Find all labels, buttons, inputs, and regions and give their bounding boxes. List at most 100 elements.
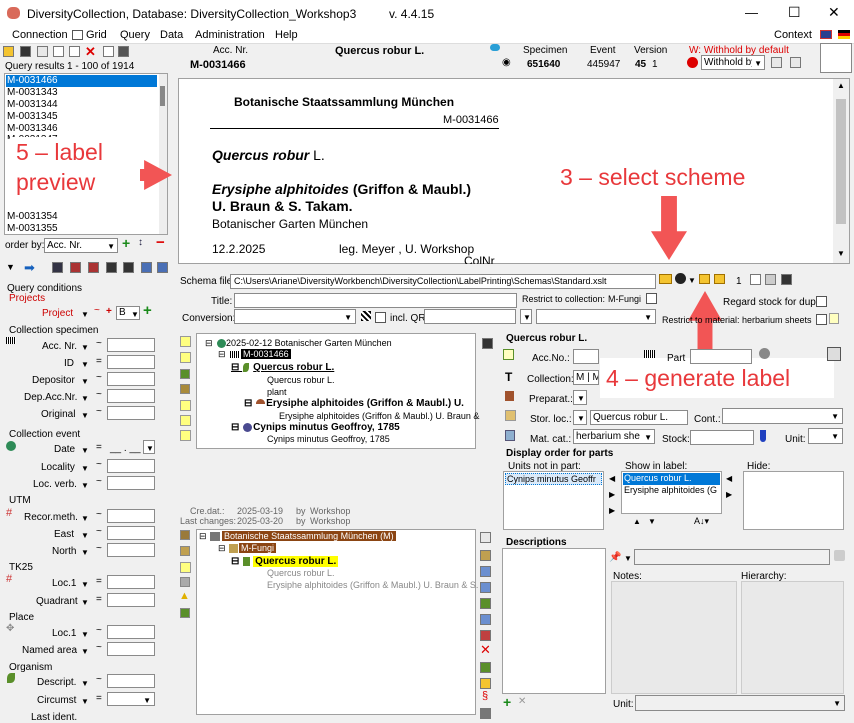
delete-icon[interactable]: ✕ (480, 642, 491, 658)
menu-context[interactable]: Context (774, 29, 812, 41)
filter-add-icon[interactable] (70, 262, 81, 273)
scroll-up-icon[interactable]: ▲ (837, 81, 845, 90)
go-arrow-icon[interactable]: ➡ (24, 260, 35, 276)
warning-icon[interactable]: ▲ (179, 590, 190, 602)
checklist-icon[interactable] (103, 46, 114, 57)
loc1-tk-input[interactable] (107, 575, 155, 589)
original-input[interactable] (107, 406, 155, 420)
hide-left-icon[interactable]: ◀ (726, 474, 732, 483)
collection-move-icon[interactable] (480, 598, 491, 609)
id-icon[interactable] (480, 678, 491, 689)
save-label-icon[interactable] (781, 274, 792, 285)
menu-connection[interactable]: Connection (12, 29, 68, 41)
open-icon[interactable] (3, 46, 14, 57)
sort-icon[interactable]: ↕ (138, 237, 143, 248)
folder-open-icon[interactable] (699, 274, 710, 284)
tilde-operator[interactable]: ~ (94, 305, 100, 316)
date-picker[interactable]: ▼ (143, 440, 155, 454)
collection-icon[interactable] (180, 530, 190, 540)
chevron-down-icon[interactable]: ▼ (81, 446, 89, 455)
tilde-operator[interactable]: ~ (96, 338, 102, 349)
leaf-small-icon[interactable] (180, 608, 190, 618)
east-input[interactable] (107, 526, 155, 540)
chevron-down-icon[interactable]: ▼ (81, 360, 89, 369)
delete-icon[interactable]: ✕ (85, 44, 96, 60)
remove-icon[interactable]: − (156, 234, 165, 251)
tree-unit2-id[interactable]: Erysiphe alphitoides (Griffon & Maubl.) … (279, 411, 479, 421)
menu-help[interactable]: Help (275, 29, 298, 41)
chevron-down-icon[interactable]: ▼ (81, 630, 89, 639)
list-item-selected[interactable]: M-0031466 (6, 75, 157, 87)
list-item[interactable]: Erysiphe alphitoides (G (624, 485, 720, 495)
results-scrollbar[interactable] (159, 74, 167, 234)
filter-icon[interactable] (52, 262, 63, 273)
list-item-selected[interactable]: Quercus robur L. (623, 473, 720, 485)
tilde-operator[interactable]: ~ (96, 372, 102, 383)
chevron-down-icon[interactable]: ▼ (81, 481, 89, 490)
move-right-all-icon[interactable]: ▶ (609, 506, 615, 515)
loc-verb-input[interactable] (107, 476, 155, 490)
scroll-down-icon[interactable]: ▼ (837, 249, 845, 258)
hierarchy-area[interactable] (741, 581, 844, 694)
maximize-button[interactable]: ☐ (788, 4, 801, 21)
collection-type-icon[interactable] (480, 630, 491, 641)
menu-query[interactable]: Query (120, 29, 150, 41)
chevron-down-icon[interactable]: ▼ (81, 310, 89, 319)
edit-icon[interactable] (834, 550, 845, 561)
add-part-icon[interactable] (480, 662, 491, 673)
chevron-down-icon[interactable]: ▼ (688, 276, 696, 285)
equals-operator[interactable]: = (96, 693, 102, 704)
depositor-input[interactable] (107, 372, 155, 386)
regard-stock-checkbox[interactable] (816, 296, 827, 307)
tilde-operator[interactable]: ~ (96, 543, 102, 554)
filter-options-icon[interactable] (106, 262, 117, 273)
tilde-operator[interactable]: ~ (96, 642, 102, 653)
chevron-down-icon[interactable]: ▼ (624, 554, 632, 563)
collection-input[interactable]: M | M (573, 370, 599, 385)
north-input[interactable] (107, 543, 155, 557)
add-icon[interactable]: + (122, 235, 130, 251)
acc-no-input[interactable] (573, 349, 599, 364)
preparat-select[interactable]: ▼ (573, 390, 587, 405)
remove-description-icon[interactable]: ✕ (518, 696, 526, 707)
uk-flag-icon[interactable] (820, 30, 832, 39)
named-area-input[interactable] (107, 642, 155, 656)
chevron-down-icon[interactable]: ▼ (81, 580, 89, 589)
tree-person-icon[interactable] (180, 400, 191, 411)
list-item[interactable]: M-0031343 (7, 87, 58, 98)
tilde-operator[interactable]: ~ (96, 389, 102, 400)
qr-option-select[interactable]: ▼ (520, 309, 532, 324)
paragraph-icon[interactable]: § (482, 690, 488, 702)
list-item[interactable]: M-0031344 (7, 99, 58, 110)
copy-folder-icon[interactable] (714, 274, 725, 284)
tree-unit2-node[interactable]: ⊟ Erysiphe alphitoides (Griffon & Maubl.… (244, 398, 464, 409)
equals-operator[interactable]: = (96, 576, 102, 587)
schema-file-input[interactable]: C:\Users\Ariane\DiversityWorkbench\Diver… (230, 274, 656, 289)
chevron-down-icon[interactable]: ▼ (81, 464, 89, 473)
list-view-icon[interactable] (118, 46, 129, 57)
edit-icon[interactable] (503, 349, 514, 360)
github-icon[interactable] (675, 273, 686, 284)
filter-settings-icon[interactable] (123, 262, 134, 273)
conversion-select[interactable]: ▼ (234, 309, 356, 324)
tree-unit3-id[interactable]: Cynips minutus Geoffroy, 1785 (267, 434, 390, 444)
book-icon[interactable] (480, 708, 491, 719)
save-icon[interactable] (20, 46, 31, 57)
equals-operator[interactable]: = (96, 594, 102, 605)
tree-n-icon[interactable] (180, 352, 191, 363)
move-up-icon[interactable]: ▲ (633, 517, 641, 526)
hide-right-icon[interactable]: ▶ (726, 490, 732, 499)
stor-loc-select[interactable]: ▼ (573, 410, 587, 425)
restrict-collection-checkbox[interactable] (646, 293, 657, 304)
loc1-place-input[interactable] (107, 625, 155, 639)
hide-list[interactable] (743, 471, 844, 530)
tilde-operator[interactable]: ~ (96, 625, 102, 636)
vial-icon[interactable] (760, 430, 766, 442)
de-flag-icon[interactable] (838, 30, 850, 39)
acc-nr-input[interactable] (107, 338, 155, 352)
tools-icon[interactable] (771, 57, 782, 68)
description-unit-select[interactable]: ▼ (635, 695, 845, 711)
tree-fungus-node[interactable]: Erysiphe alphitoides (Griffon & Maubl.) … (267, 580, 478, 590)
new-icon[interactable] (53, 46, 64, 57)
folder-icon[interactable] (659, 274, 672, 284)
